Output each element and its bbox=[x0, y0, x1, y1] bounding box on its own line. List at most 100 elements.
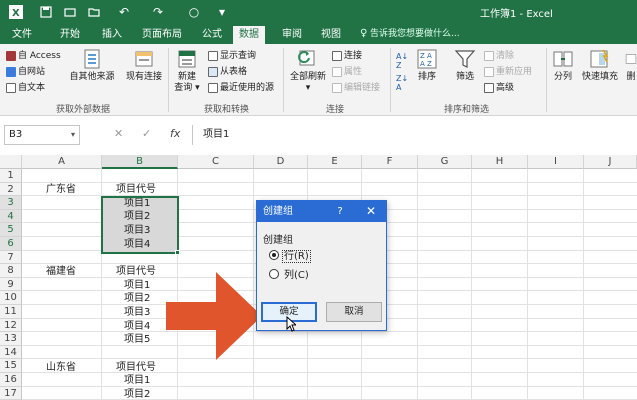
fill-handle[interactable] bbox=[175, 250, 180, 255]
cell-b9[interactable]: 项目1 bbox=[124, 279, 150, 292]
row-header-11[interactable]: 11 bbox=[0, 305, 22, 319]
radio-rows[interactable]: 行(R) bbox=[269, 250, 311, 264]
select-all-corner[interactable] bbox=[0, 155, 22, 169]
row-header-16[interactable]: 16 bbox=[0, 373, 22, 387]
connections-button[interactable]: 连接 bbox=[332, 50, 362, 63]
sort-az-icon[interactable]: A↓ Z bbox=[396, 52, 408, 70]
edit-links-button[interactable]: 编辑链接 bbox=[332, 82, 380, 95]
row-header-10[interactable]: 10 bbox=[0, 291, 22, 305]
clear-filter-button[interactable]: 清除 bbox=[484, 50, 514, 63]
row-header-9[interactable]: 9 bbox=[0, 277, 22, 292]
enter-icon[interactable]: ✓ bbox=[142, 127, 151, 140]
column-header-c[interactable]: C bbox=[178, 155, 254, 169]
from-access-button[interactable]: 自 Access bbox=[6, 50, 61, 63]
column-header-f[interactable]: F bbox=[362, 155, 418, 169]
save-icon[interactable] bbox=[38, 4, 54, 20]
tab-insert[interactable]: 插入 bbox=[96, 26, 128, 44]
cancel-icon[interactable]: ✕ bbox=[114, 127, 123, 140]
tab-file[interactable]: 文件 bbox=[6, 26, 38, 44]
clear-filter-icon bbox=[484, 50, 494, 61]
column-header-j[interactable]: J bbox=[584, 155, 637, 169]
close-icon[interactable]: ✕ bbox=[361, 201, 381, 222]
other-sources-button[interactable]: 自其他来源 bbox=[66, 48, 118, 83]
tab-review[interactable]: 审阅 bbox=[276, 26, 308, 44]
row-header-3[interactable]: 3 bbox=[0, 196, 22, 210]
reapply-button[interactable]: 重新应用 bbox=[484, 66, 532, 79]
from-text-button[interactable]: 自文本 bbox=[6, 82, 45, 95]
cell-b13[interactable]: 项目5 bbox=[124, 333, 150, 346]
tab-formulas[interactable]: 公式 bbox=[196, 26, 228, 44]
access-icon bbox=[6, 50, 16, 61]
undo-icon[interactable]: ↶ bbox=[116, 4, 132, 20]
remove-duplicates-button[interactable]: 删 bbox=[624, 48, 637, 83]
column-header-b[interactable]: B bbox=[102, 155, 178, 169]
new-query-button[interactable]: 新建 查询 ▾ bbox=[170, 48, 204, 94]
show-queries-button[interactable]: 显示查询 bbox=[208, 50, 256, 63]
tab-page-layout[interactable]: 页面布局 bbox=[136, 26, 188, 44]
row-header-17[interactable]: 17 bbox=[0, 386, 22, 400]
row-header-4[interactable]: 4 bbox=[0, 209, 22, 224]
cell-b17[interactable]: 项目2 bbox=[124, 388, 150, 400]
cell-b12[interactable]: 项目4 bbox=[124, 320, 150, 333]
advanced-filter-button[interactable]: 高级 bbox=[484, 82, 514, 95]
sort-button[interactable]: Z AA Z 排序 bbox=[412, 48, 442, 83]
tab-home[interactable]: 开始 bbox=[54, 26, 86, 44]
cell-a8[interactable]: 福建省 bbox=[46, 265, 76, 278]
window-title: 工作簿1 - Excel bbox=[480, 9, 553, 20]
existing-connections-button[interactable]: 现有连接 bbox=[122, 48, 166, 83]
row-header-15[interactable]: 15 bbox=[0, 359, 22, 373]
row-header-7[interactable]: 7 bbox=[0, 250, 22, 265]
chevron-down-icon[interactable]: ▾ bbox=[71, 126, 75, 144]
cell-b2[interactable]: 项目代号 bbox=[116, 183, 156, 196]
flash-fill-button[interactable]: 快速填充 bbox=[578, 48, 622, 83]
column-header-e[interactable]: E bbox=[308, 155, 362, 169]
name-box[interactable]: B3 ▾ bbox=[4, 125, 80, 145]
cell-b15[interactable]: 项目代号 bbox=[116, 361, 156, 374]
column-header-d[interactable]: D bbox=[254, 155, 308, 169]
formula-input[interactable]: 项目1 bbox=[192, 125, 632, 145]
cell-a2[interactable]: 广东省 bbox=[46, 183, 76, 196]
radio-columns[interactable]: 列(C) bbox=[269, 269, 311, 283]
row-header-14[interactable]: 14 bbox=[0, 345, 22, 360]
cell-b10[interactable]: 项目2 bbox=[124, 292, 150, 305]
gridline bbox=[417, 169, 418, 400]
refresh-all-button[interactable]: 全部刷新 ▾ bbox=[286, 48, 330, 94]
row-header-5[interactable]: 5 bbox=[0, 223, 22, 237]
show-queries-icon bbox=[208, 50, 218, 61]
tab-view[interactable]: 视图 bbox=[315, 26, 347, 44]
cancel-button[interactable]: 取消 bbox=[326, 302, 382, 322]
tab-data[interactable]: 数据 bbox=[233, 26, 265, 44]
filter-button[interactable]: 筛选 bbox=[450, 48, 480, 83]
selection-border bbox=[101, 196, 179, 254]
text-to-columns-button[interactable]: 分列 bbox=[550, 48, 576, 83]
sort-za-icon[interactable]: Z↓ A bbox=[396, 74, 408, 92]
cell-b8[interactable]: 项目代号 bbox=[116, 265, 156, 278]
column-header-h[interactable]: H bbox=[472, 155, 528, 169]
row-header-8[interactable]: 8 bbox=[0, 264, 22, 278]
row-header-6[interactable]: 6 bbox=[0, 237, 22, 251]
properties-button[interactable]: 属性 bbox=[332, 66, 362, 79]
from-table-button[interactable]: 从表格 bbox=[208, 66, 247, 79]
row-header-13[interactable]: 13 bbox=[0, 332, 22, 346]
circle-icon[interactable]: ○ bbox=[186, 4, 202, 20]
cell-b16[interactable]: 项目1 bbox=[124, 374, 150, 387]
tell-me-box[interactable]: ♀ 告诉我您想要做什么... bbox=[360, 27, 460, 41]
row-header-1[interactable]: 1 bbox=[0, 169, 22, 183]
customize-toolbar-icon[interactable]: ▾ bbox=[214, 4, 230, 20]
insert-function-icon[interactable]: fx bbox=[170, 127, 180, 140]
column-header-g[interactable]: G bbox=[418, 155, 472, 169]
column-header-a[interactable]: A bbox=[22, 155, 102, 169]
help-icon[interactable]: ? bbox=[333, 201, 347, 222]
from-web-button[interactable]: 自网站 bbox=[6, 66, 45, 79]
redo-icon[interactable]: ↷ bbox=[150, 4, 166, 20]
cell-a15[interactable]: 山东省 bbox=[46, 361, 76, 374]
excel-logo-icon: X bbox=[8, 4, 24, 20]
touch-mode-icon[interactable] bbox=[62, 4, 78, 20]
row-header-2[interactable]: 2 bbox=[0, 182, 22, 197]
cell-b11[interactable]: 项目3 bbox=[124, 306, 150, 319]
group-sort-filter: 排序和筛选 bbox=[444, 105, 490, 115]
column-header-i[interactable]: I bbox=[528, 155, 584, 169]
row-header-12[interactable]: 12 bbox=[0, 318, 22, 333]
open-folder-icon[interactable] bbox=[86, 4, 102, 20]
recent-sources-button[interactable]: 最近使用的源 bbox=[208, 82, 274, 95]
